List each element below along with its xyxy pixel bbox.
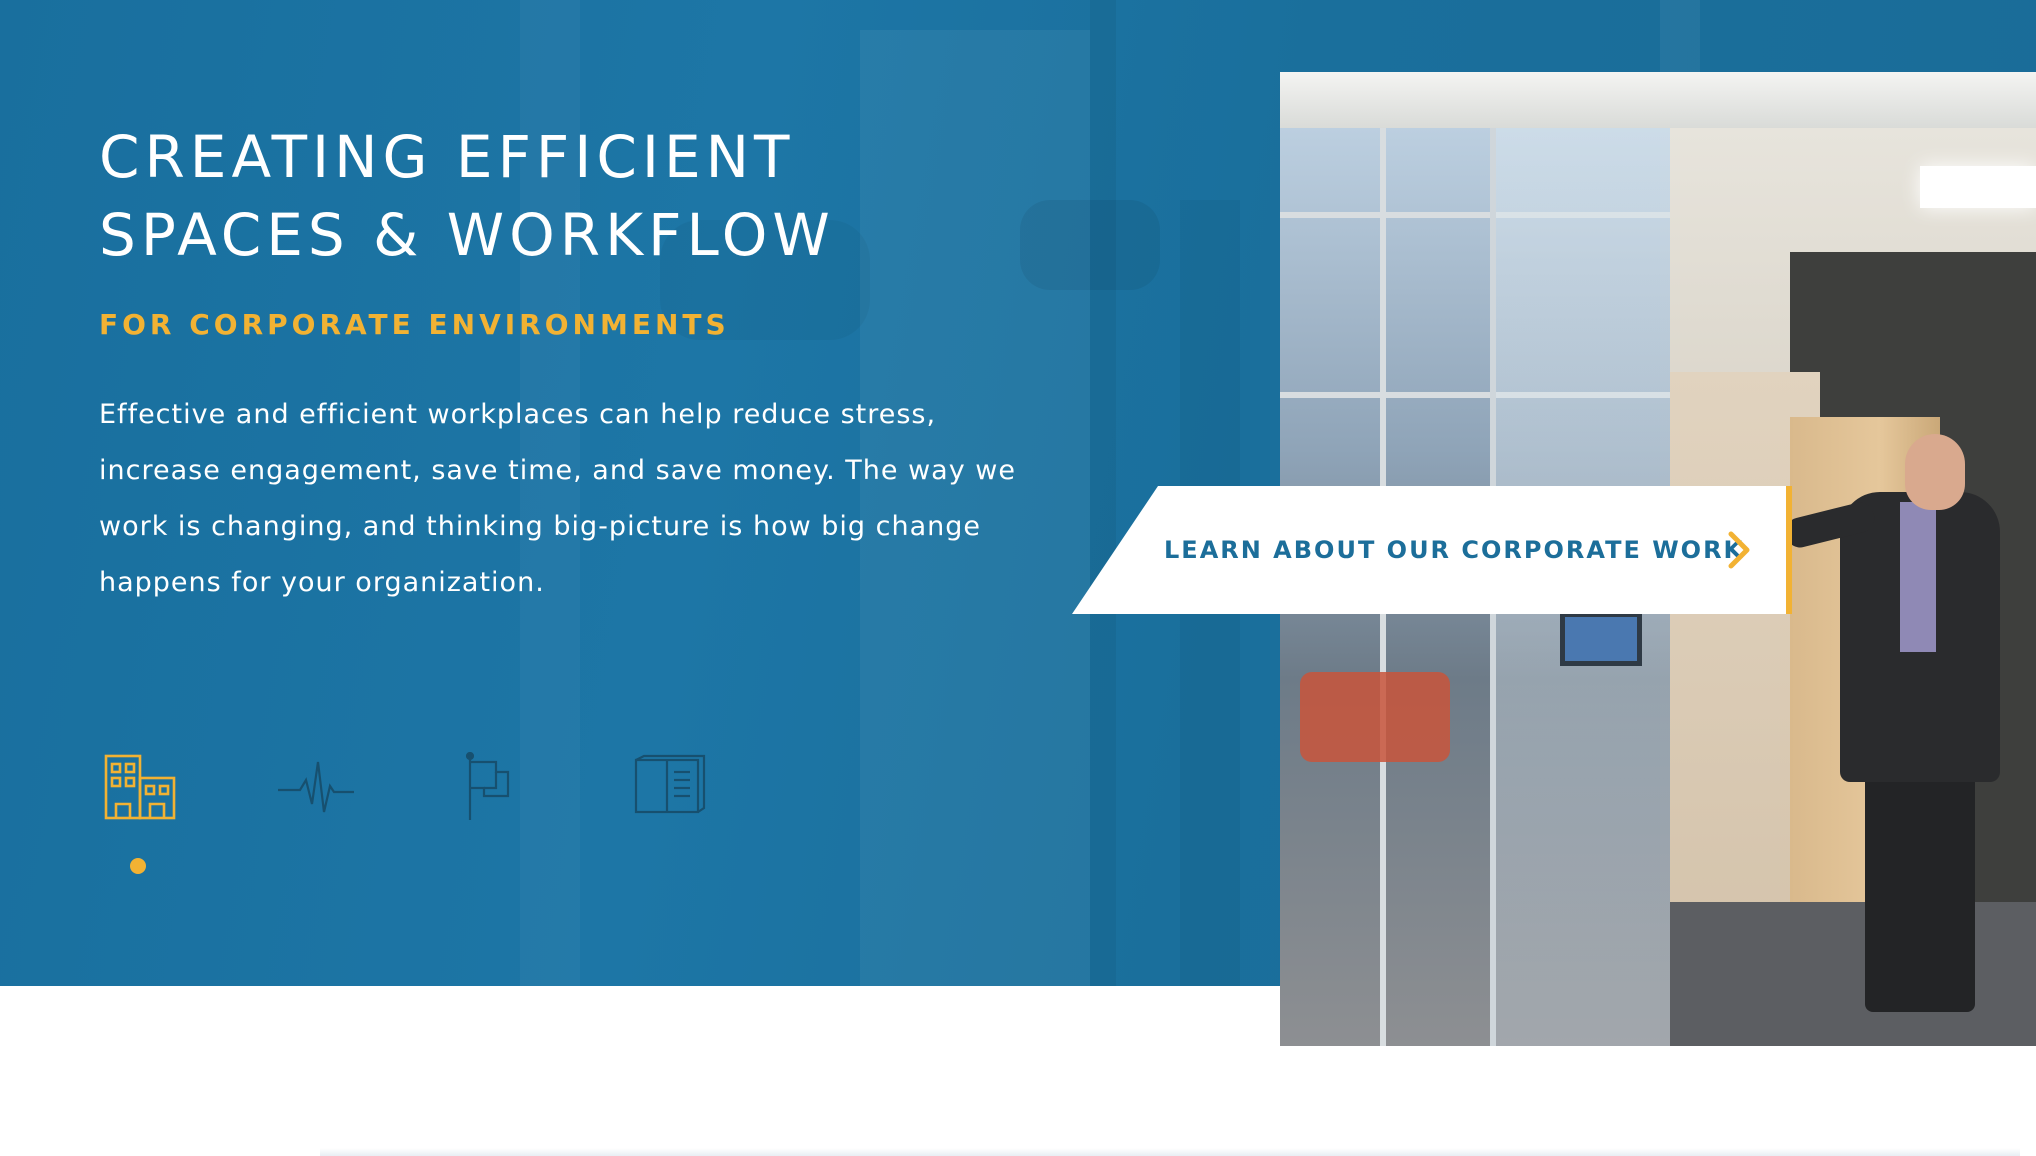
hero-title: CREATING EFFICIENT SPACES & WORKFLOW: [99, 118, 1059, 274]
chevron-right-icon: [1728, 531, 1750, 569]
flag-icon[interactable]: [452, 752, 532, 822]
photo-detail: [1560, 612, 1642, 666]
photo-detail: [1670, 902, 2036, 1046]
learn-corporate-work-button[interactable]: LEARN ABOUT OUR CORPORATE WORK: [1072, 486, 1792, 614]
buildings-icon[interactable]: [100, 752, 180, 822]
photo-detail: [1920, 166, 2036, 208]
photo-detail: [1865, 762, 1975, 1012]
active-indicator-dot: [130, 858, 146, 874]
photo-detail: [1280, 72, 2036, 128]
sector-selector: [100, 752, 740, 874]
photo-detail: [1300, 672, 1450, 762]
cta-accent-edge: [1786, 486, 1792, 614]
book-icon[interactable]: [628, 752, 708, 822]
hero-description: Effective and efficient workplaces can h…: [99, 399, 1016, 598]
hero-title-line-2: SPACES & WORKFLOW: [99, 201, 835, 269]
hero-title-line-1: CREATING EFFICIENT: [99, 123, 795, 191]
section-divider: [320, 1148, 2020, 1156]
photo-detail: [1900, 502, 1936, 652]
hero-text-block: CREATING EFFICIENT SPACES & WORKFLOW FOR…: [99, 118, 1059, 638]
heartbeat-icon[interactable]: [276, 752, 356, 822]
background-photo-detail: [1660, 0, 1700, 72]
photo-detail: [1905, 434, 1965, 510]
cta-label: LEARN ABOUT OUR CORPORATE WORK: [1164, 536, 1745, 564]
hero-subtitle: FOR CORPORATE ENVIRONMENTS: [99, 308, 730, 341]
